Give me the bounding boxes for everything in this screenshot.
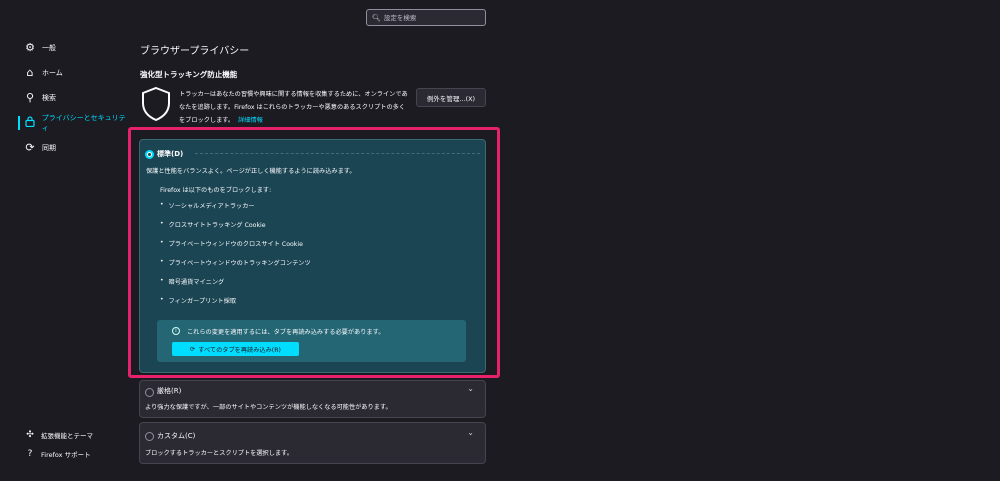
standard-option-card[interactable]: 標準(D) 保護と性能をバランスよく。ページが正しく機能するように読み込みます。… [139, 139, 486, 373]
description-text: トラッカーはあなたの習慣や興味に関する情報を収集するために、オンラインであなたを… [179, 91, 408, 124]
strict-radio[interactable] [145, 388, 154, 397]
sidebar-item-label: プライバシーとセキュリティ [41, 114, 126, 132]
sidebar-item-search[interactable]: ⚲ 検索 [24, 91, 56, 105]
list-item: • ソーシャルメディアトラッカー [160, 201, 255, 210]
info-icon: i [172, 327, 180, 335]
sidebar-link-addons[interactable]: ✣ 拡張機能とテーマ [25, 430, 93, 440]
sidebar-item-general[interactable]: ⚙ 一般 [24, 41, 56, 55]
reload-button-label: すべてのタブを再読み込み(R) [198, 346, 281, 354]
list-item: • 暗号通貨マイニング [160, 277, 225, 286]
puzzle-icon: ✣ [26, 430, 34, 440]
sidebar-item-label: 一般 [42, 44, 56, 52]
reload-notice: i これらの変更を適用するには、タブを再読み込みする必要があります。 ⟳ すべて… [157, 320, 466, 362]
sidebar: ⚙ 一般 ⌂ ホーム ⚲ 検索 プライバシーとセキュリティ ⟳ 同期 ✣ 拡張機… [0, 0, 130, 481]
list-item: • フィンガープリント採取 [160, 296, 237, 305]
reload-all-tabs-button[interactable]: ⟳ すべてのタブを再読み込み(R) [172, 342, 299, 356]
custom-subtitle: ブロックするトラッカーとスクリプトを選択します。 [145, 450, 293, 457]
settings-search-box[interactable]: 🔍︎ [366, 9, 486, 26]
list-item-text: ソーシャルメディアトラッカー [168, 203, 255, 210]
sync-icon: ⟳ [25, 141, 35, 154]
chevron-down-icon[interactable]: ⌄ [467, 384, 474, 393]
page-title: ブラウザープライバシー [140, 46, 250, 57]
sidebar-item-privacy[interactable]: プライバシーとセキュリティ [18, 114, 130, 132]
standard-subtitle: 保護と性能をバランスよく。ページが正しく機能するように読み込みます。 [146, 168, 356, 175]
notice-text: これらの変更を適用するには、タブを再読み込みする必要があります。 [187, 329, 385, 336]
list-item: • クロスサイトトラッキング Cookie [160, 220, 266, 229]
sidebar-item-home[interactable]: ⌂ ホーム [24, 66, 63, 80]
gear-icon: ⚙ [25, 41, 35, 54]
learn-more-link[interactable]: 詳細情報 [238, 117, 263, 124]
blocks-title: Firefox は以下のものをブロックします: [160, 187, 272, 194]
home-icon: ⌂ [26, 66, 34, 79]
list-item: • プライベートウィンドウのクロスサイト Cookie [160, 239, 303, 248]
list-item: • プライベートウィンドウのトラッキングコンテンツ [160, 258, 311, 267]
lock-icon [24, 116, 36, 130]
list-item-text: 暗号通貨マイニング [168, 279, 225, 286]
search-icon: ⚲ [25, 91, 35, 104]
custom-label: カスタム(C) [157, 432, 196, 440]
sidebar-link-support[interactable]: ? Firefox サポート [25, 449, 91, 459]
search-icon: 🔍︎ [372, 13, 381, 22]
standard-radio[interactable] [145, 150, 154, 159]
shield-icon [140, 86, 172, 122]
reload-icon: ⟳ [190, 345, 196, 353]
custom-radio[interactable] [145, 432, 154, 441]
sidebar-item-label: ホーム [42, 69, 63, 77]
settings-search-input[interactable] [383, 13, 484, 22]
help-icon: ? [27, 449, 33, 459]
section-title: 強化型トラッキング防止機能 [140, 70, 238, 79]
manage-exceptions-button[interactable]: 例外を管理...(X) [416, 88, 486, 107]
standard-label: 標準(D) [157, 150, 184, 158]
sidebar-item-label: 検索 [42, 94, 56, 102]
strict-subtitle: より強力な保護ですが、一部のサイトやコンテンツが機能しなくなる可能性があります。 [145, 404, 392, 411]
list-item-text: クロスサイトトラッキング Cookie [168, 222, 266, 229]
chevron-down-icon[interactable]: ⌄ [467, 428, 474, 437]
strict-label: 厳格(R) [157, 387, 182, 395]
sidebar-link-label: Firefox サポート [41, 451, 91, 459]
list-item-text: プライベートウィンドウのトラッキングコンテンツ [168, 260, 311, 267]
sidebar-item-sync[interactable]: ⟳ 同期 [24, 141, 56, 155]
tracking-description: トラッカーはあなたの習慣や興味に関する情報を収集するために、オンラインであなたを… [179, 88, 411, 127]
strict-option-card[interactable]: 厳格(R) ⌄ より強力な保護ですが、一部のサイトやコンテンツが機能しなくなる可… [139, 380, 486, 418]
sidebar-link-label: 拡張機能とテーマ [41, 432, 93, 440]
list-item-text: フィンガープリント採取 [168, 298, 237, 305]
list-item-text: プライベートウィンドウのクロスサイト Cookie [168, 241, 303, 248]
custom-option-card[interactable]: カスタム(C) ⌄ ブロックするトラッカーとスクリプトを選択します。 [139, 422, 486, 464]
divider [195, 153, 480, 154]
sidebar-item-label: 同期 [42, 144, 56, 152]
